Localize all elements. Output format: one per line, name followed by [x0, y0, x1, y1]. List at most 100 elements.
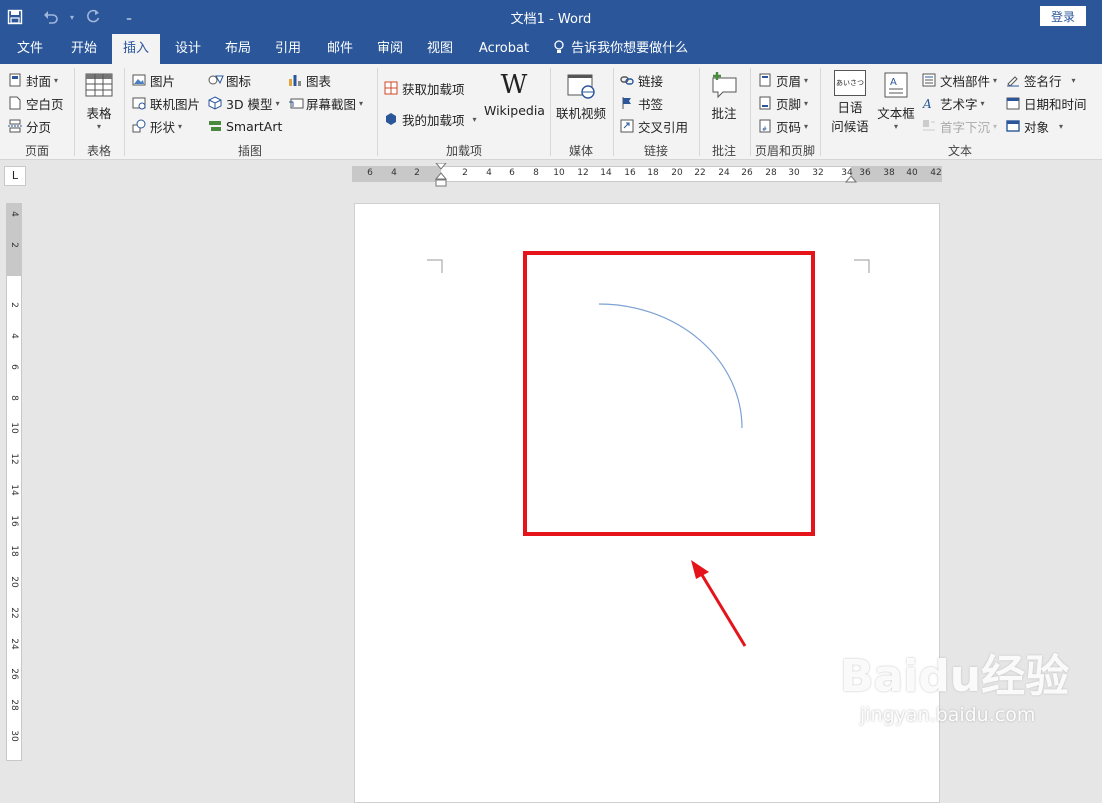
icons-button[interactable]: 图标	[208, 70, 251, 90]
redo-icon[interactable]	[78, 0, 108, 34]
online-video-button[interactable]: 联机视频	[556, 70, 606, 122]
tab-layout[interactable]: 布局	[216, 34, 260, 64]
online-video-icon	[566, 70, 596, 100]
footer-button[interactable]: 页脚 ▾	[758, 93, 808, 113]
store-icon	[384, 81, 398, 95]
svg-text:#: #	[762, 126, 767, 133]
japanese-greeting-button[interactable]: あいさつ 日语 问候语	[826, 70, 874, 135]
header-button[interactable]: 页眉 ▾	[758, 70, 808, 90]
wordart-button[interactable]: A 艺术字 ▾	[922, 93, 985, 113]
link-button[interactable]: 链接	[620, 70, 663, 90]
ruler-tick: 36	[859, 168, 871, 178]
page-number-button[interactable]: # 页码 ▾	[758, 116, 808, 136]
shapes-label: 形状	[150, 119, 176, 135]
bookmark-button[interactable]: 书签	[620, 93, 663, 113]
chart-button[interactable]: 图表	[288, 70, 331, 90]
undo-icon[interactable]	[36, 0, 66, 34]
ruler-tick: 6	[9, 364, 19, 370]
window-title: 文档1 - Word	[510, 12, 592, 27]
signature-line-button[interactable]: 签名行 ▾	[1006, 70, 1076, 90]
group-label-comments: 批注	[711, 144, 736, 158]
svg-text:A: A	[922, 97, 932, 110]
group-separator	[613, 68, 614, 156]
shapes-icon	[132, 119, 146, 133]
table-button[interactable]: 表格 ▾	[80, 70, 118, 131]
tab-view[interactable]: 视图	[418, 34, 462, 64]
group-label-links: 链接	[643, 144, 668, 158]
tab-insert[interactable]: 插入	[112, 34, 160, 64]
cross-reference-button[interactable]: 交叉引用	[620, 116, 688, 136]
indent-markers-icon[interactable]	[435, 163, 449, 189]
ruler-tick: 4	[486, 168, 492, 178]
textbox-icon: A	[881, 70, 911, 100]
ruler-tick: 6	[509, 168, 515, 178]
page-break-button[interactable]: 分页	[8, 116, 51, 136]
right-indent-icon[interactable]	[845, 175, 857, 185]
baidu-watermark: Baidu经验 jingyan.baidu.com	[840, 640, 1070, 740]
tab-stop-selector[interactable]: L	[4, 166, 26, 186]
customize-icon[interactable]: ₌	[114, 0, 144, 34]
my-addins-button[interactable]: 我的加载项 ▾	[384, 109, 477, 129]
table-label: 表格	[86, 106, 112, 121]
login-button[interactable]: 登录	[1040, 6, 1086, 26]
tab-acrobat[interactable]: Acrobat	[472, 34, 536, 64]
ribbon-insert: 封面 ▾ 空白页 分页 页面 表格 ▾ 表格 图片 联机图片 形状 ▾ 图标 3D …	[0, 64, 1102, 160]
tab-file[interactable]: 文件	[8, 34, 52, 64]
group-separator	[74, 68, 75, 156]
undo-dropdown-icon[interactable]: ▾	[66, 0, 78, 34]
japanese-greeting-label-1: 日语	[837, 100, 863, 115]
arc-shape[interactable]	[598, 303, 743, 429]
page-number-label: 页码	[776, 119, 802, 135]
date-time-label: 日期和时间	[1024, 96, 1087, 112]
header-icon	[758, 73, 772, 87]
group-separator	[124, 68, 125, 156]
quick-parts-button[interactable]: 文档部件 ▾	[922, 70, 997, 90]
tab-home[interactable]: 开始	[62, 34, 106, 64]
my-addins-label: 我的加载项	[402, 112, 465, 128]
cross-reference-label: 交叉引用	[638, 119, 689, 135]
horizontal-ruler[interactable]: 6 4 2 2 4 6 8 10 12 14 16 18 20 22 24 26…	[352, 163, 942, 187]
smartart-button[interactable]: SmartArt	[208, 116, 282, 136]
save-icon[interactable]	[0, 0, 30, 34]
group-separator	[750, 68, 751, 156]
wikipedia-button[interactable]: W Wikipedia	[484, 70, 545, 118]
ruler-tick: 2	[9, 302, 19, 308]
ruler-tick: 28	[9, 699, 19, 711]
ruler-tick: 4	[391, 168, 397, 178]
object-label: 对象	[1024, 119, 1050, 135]
bookmark-icon	[620, 96, 634, 110]
cover-page-label: 封面	[26, 73, 52, 89]
comment-button[interactable]: 批注	[704, 70, 744, 122]
vertical-ruler[interactable]: 4 2 2 4 6 8 10 12 14 16 18 20 22 24 26 2…	[6, 203, 22, 761]
get-addins-button[interactable]: 获取加载项	[384, 78, 465, 98]
group-label-pages: 页面	[24, 144, 49, 158]
online-pictures-button[interactable]: 联机图片	[132, 93, 200, 113]
tab-review[interactable]: 审阅	[368, 34, 412, 64]
tell-me-search[interactable]: 告诉我你想要做什么	[553, 34, 688, 64]
ruler-tick: 14	[600, 168, 612, 178]
drop-cap-button[interactable]: 首字下沉 ▾	[922, 116, 997, 136]
ruler-tick: 38	[883, 168, 895, 178]
tab-references[interactable]: 引用	[266, 34, 310, 64]
shapes-button[interactable]: 形状 ▾	[132, 116, 182, 136]
online-picture-icon	[132, 96, 146, 110]
cover-page-button[interactable]: 封面 ▾	[8, 70, 58, 90]
cross-reference-icon	[620, 119, 634, 133]
ruler-tick: 8	[533, 168, 539, 178]
lightbulb-icon	[553, 34, 567, 64]
textbox-button[interactable]: A 文本框 ▾	[876, 70, 916, 131]
tab-mailings[interactable]: 邮件	[318, 34, 362, 64]
screenshot-button[interactable]: 屏幕截图 ▾	[288, 93, 363, 113]
page-break-label: 分页	[26, 119, 52, 135]
ruler-tick: 6	[367, 168, 373, 178]
group-label-illustrations: 插图	[237, 144, 262, 158]
date-time-button[interactable]: 日期和时间	[1006, 93, 1087, 113]
pictures-button[interactable]: 图片	[132, 70, 175, 90]
object-button[interactable]: 对象 ▾	[1006, 116, 1063, 136]
tab-design[interactable]: 设计	[166, 34, 210, 64]
blank-page-button[interactable]: 空白页	[8, 93, 64, 113]
ruler-tick: 40	[906, 168, 918, 178]
ruler-tick: 16	[9, 515, 19, 527]
3d-models-button[interactable]: 3D 模型 ▾	[208, 93, 280, 113]
ruler-tick: 18	[9, 545, 19, 557]
